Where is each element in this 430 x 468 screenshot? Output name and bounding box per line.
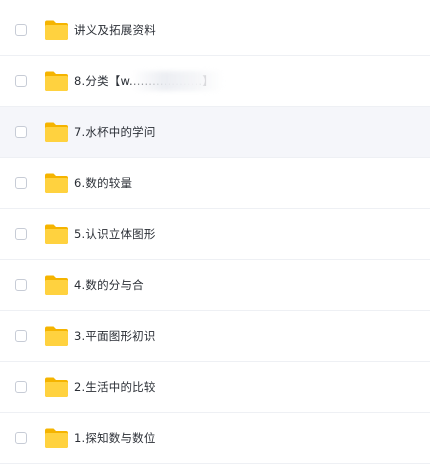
folder-icon [45, 20, 68, 40]
item-name[interactable]: 8.分类【w...................】 [74, 73, 214, 89]
item-name[interactable]: 2.生活中的比较 [74, 379, 156, 395]
folder-icon [45, 224, 68, 244]
list-item[interactable]: 5.认识立体图形 [0, 209, 430, 260]
file-list: 讲义及拓展资料 8.分类【w...................】 7.水杯中… [0, 0, 430, 468]
list-item[interactable]: 讲义及拓展资料 [0, 5, 430, 56]
folder-icon [45, 71, 68, 91]
folder-icon [45, 275, 68, 295]
row-checkbox[interactable] [15, 228, 27, 240]
list-item[interactable]: 3.平面图形初识 [0, 311, 430, 362]
row-checkbox[interactable] [15, 432, 27, 444]
list-item[interactable]: 6.数的较量 [0, 158, 430, 209]
row-checkbox[interactable] [15, 126, 27, 138]
row-checkbox[interactable] [15, 279, 27, 291]
item-name[interactable]: 7.水杯中的学问 [74, 124, 156, 140]
list-item[interactable]: 7.水杯中的学问 [0, 107, 430, 158]
item-name[interactable]: 1.探知数与数位 [74, 430, 156, 446]
list-item[interactable]: 2.生活中的比较 [0, 362, 430, 413]
row-checkbox[interactable] [15, 177, 27, 189]
item-name[interactable]: 4.数的分与合 [74, 277, 144, 293]
folder-icon [45, 428, 68, 448]
folder-icon [45, 326, 68, 346]
list-item[interactable]: 8.分类【w...................】 [0, 56, 430, 107]
list-item[interactable]: 1.探知数与数位 [0, 413, 430, 464]
item-name[interactable]: 6.数的较量 [74, 175, 132, 191]
row-checkbox[interactable] [15, 381, 27, 393]
folder-icon [45, 122, 68, 142]
folder-icon [45, 173, 68, 193]
item-name[interactable]: 3.平面图形初识 [74, 328, 156, 344]
row-checkbox[interactable] [15, 75, 27, 87]
item-name[interactable]: 5.认识立体图形 [74, 226, 156, 242]
row-checkbox[interactable] [15, 330, 27, 342]
folder-icon [45, 377, 68, 397]
list-item[interactable]: 4.数的分与合 [0, 260, 430, 311]
row-checkbox[interactable] [15, 24, 27, 36]
item-name[interactable]: 讲义及拓展资料 [74, 22, 156, 38]
